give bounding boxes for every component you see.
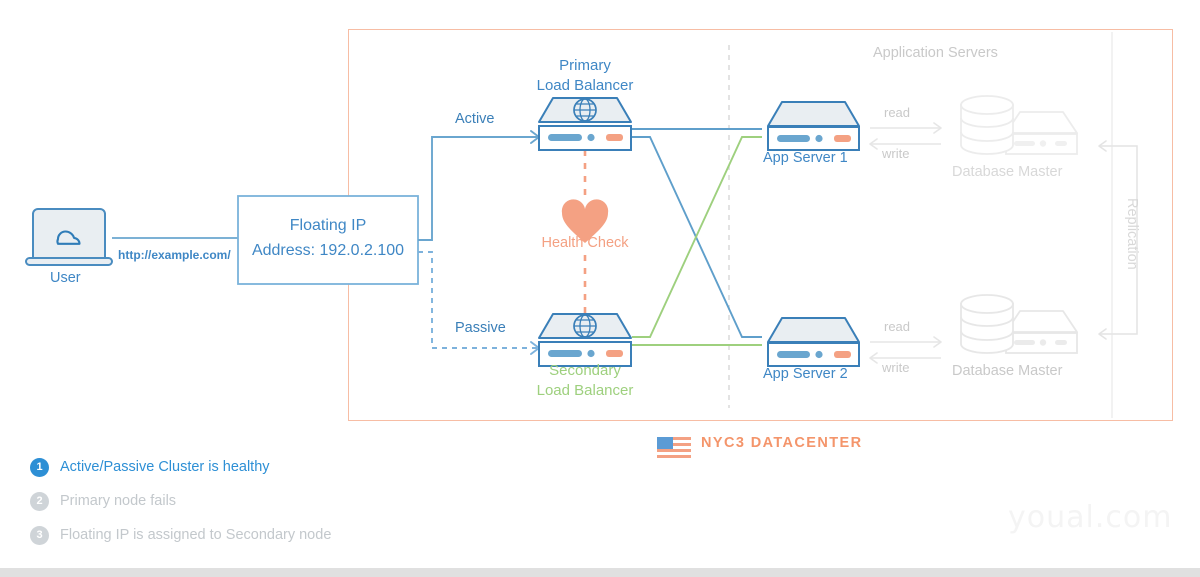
application-servers-zone-label: Application Servers: [873, 45, 998, 61]
app-server-1-icon: [767, 101, 860, 151]
legend-number-1: 1: [30, 457, 49, 477]
floating-ip-box: [237, 195, 419, 285]
database-master-1-icon: [960, 95, 1078, 155]
active-path-arrow: [418, 130, 540, 241]
secondary-lb-line2: Load Balancer: [536, 382, 634, 399]
write-label-bottom: write: [882, 360, 910, 375]
replication-label: Replication: [1124, 198, 1140, 270]
app-server-2-label: App Server 2: [763, 366, 848, 382]
passive-path-label: Passive: [455, 320, 506, 336]
legend-label-3: Floating IP is assigned to Secondary nod…: [60, 527, 332, 543]
legend-item-2[interactable]: 2 Primary node fails: [30, 484, 450, 518]
primary-lb-line2: Load Balancer: [536, 77, 634, 94]
health-check-label: Health Check: [541, 235, 629, 251]
primary-lb-label: Primary Load Balancer: [505, 56, 665, 96]
legend-label-1: Active/Passive Cluster is healthy: [60, 459, 270, 475]
legend-item-3[interactable]: 3 Floating IP is assigned to Secondary n…: [30, 518, 450, 552]
laptop-cloud-icon: [25, 208, 113, 266]
watermark: youal.com: [1008, 500, 1173, 535]
floating-ip-line2: Address: 192.0.2.100: [251, 242, 405, 259]
request-url-label: http://example.com/: [118, 248, 231, 262]
load-balancer-primary-icon: [538, 97, 632, 151]
us-flag-spacer: [657, 432, 691, 453]
primary-lb-line1: Primary: [559, 57, 611, 74]
floating-ip-line1: Floating IP: [289, 217, 367, 234]
legend-item-1[interactable]: 1 Active/Passive Cluster is healthy: [30, 450, 450, 484]
user-label: User: [50, 270, 81, 286]
database-master-2-label: Database Master: [952, 363, 1063, 379]
legend-label-2: Primary node fails: [60, 493, 177, 509]
read-label-top: read: [884, 105, 911, 120]
diagram-canvas: User http://example.com/ Floating IP Add…: [0, 0, 1200, 577]
read-label-bottom: read: [884, 319, 911, 334]
secondary-lb-line1: Secondary: [549, 362, 621, 379]
database-master-2-icon: [960, 294, 1078, 354]
secondary-lb-label: Secondary Load Balancer: [505, 361, 665, 401]
app-server-2-icon: [767, 317, 860, 367]
legend-list: 1 Active/Passive Cluster is healthy 2 Pr…: [30, 450, 450, 552]
app-server-1-label: App Server 1: [763, 150, 848, 166]
legend-number-3: 3: [30, 525, 49, 545]
bottom-band: [0, 568, 1200, 577]
database-master-1-label: Database Master: [952, 164, 1063, 180]
active-path-label: Active: [455, 111, 495, 127]
datacenter-name-label: NYC3 DATACENTER: [701, 434, 863, 451]
datacenter-footer: NYC3 DATACENTER: [657, 432, 862, 453]
load-balancer-secondary-icon: [538, 313, 632, 367]
legend-number-2: 2: [30, 491, 49, 511]
passive-path-arrow: [418, 251, 540, 355]
write-label-top: write: [882, 146, 910, 161]
